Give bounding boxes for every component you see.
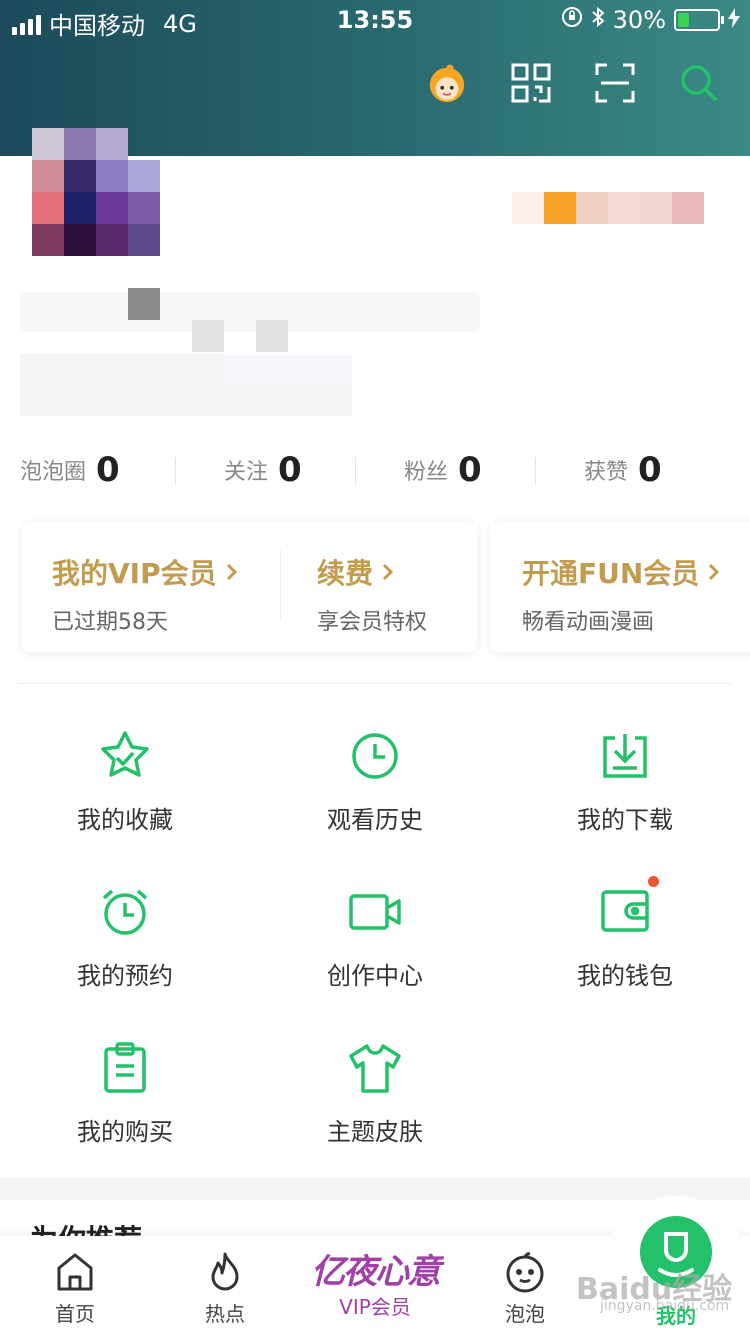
nav-home[interactable]: 首页 xyxy=(20,1250,130,1327)
stat-divider xyxy=(535,457,536,485)
stat-value: 0 xyxy=(458,450,482,490)
profile-avatar[interactable] xyxy=(22,128,162,258)
watermark-url: jingyan.baidu.com xyxy=(600,1298,730,1314)
status-right: 30% xyxy=(561,6,740,34)
menu-purchases[interactable]: 我的购买 xyxy=(0,1040,250,1160)
nav-bubble[interactable]: 泡泡 xyxy=(470,1250,580,1327)
notification-dot xyxy=(648,876,659,887)
qr-code-icon[interactable] xyxy=(510,62,552,104)
stat-label: 粉丝 xyxy=(404,460,449,485)
level-badge-blurred[interactable] xyxy=(512,192,712,224)
nav-label: 首页 xyxy=(55,1302,95,1326)
renew-button[interactable]: 续费 享会员特权 xyxy=(317,552,427,636)
renew-title: 续费 xyxy=(317,557,374,590)
menu-label: 我的钱包 xyxy=(577,962,673,990)
renew-subtitle: 享会员特权 xyxy=(317,610,428,635)
stat-following[interactable]: 关注 0 xyxy=(224,445,302,495)
vip-card: 我的VIP会员 已过期58天 续费 享会员特权 xyxy=(22,522,477,652)
search-icon[interactable] xyxy=(678,62,720,104)
charging-icon xyxy=(728,6,740,34)
stat-label: 关注 xyxy=(224,460,269,485)
my-vip-subtitle: 已过期58天 xyxy=(52,610,168,635)
menu-downloads[interactable]: 我的下载 xyxy=(500,728,750,848)
stat-value: 0 xyxy=(278,450,302,490)
menu-label: 主题皮肤 xyxy=(327,1118,423,1146)
stat-label: 泡泡圈 xyxy=(20,460,87,485)
menu-label: 观看历史 xyxy=(327,806,423,834)
menu-label: 我的收藏 xyxy=(77,806,173,834)
mascot-avatar-icon[interactable] xyxy=(426,62,468,104)
stat-value: 0 xyxy=(638,450,662,490)
chevron-right-icon xyxy=(225,556,239,589)
fun-vip-subtitle: 畅看动画漫画 xyxy=(522,610,655,635)
clock-icon xyxy=(352,733,398,779)
download-icon xyxy=(603,734,647,778)
menu-history[interactable]: 观看历史 xyxy=(250,728,500,848)
stat-bubble-circle[interactable]: 泡泡圈 0 xyxy=(20,445,120,495)
star-icon xyxy=(101,731,149,777)
fun-vip-card[interactable]: 开通FUN会员 畅看动画漫画 xyxy=(490,522,750,652)
menu-favorites[interactable]: 我的收藏 xyxy=(0,728,250,848)
stat-label: 获赞 xyxy=(584,460,629,485)
scan-icon[interactable] xyxy=(594,62,636,104)
home-icon xyxy=(57,1253,93,1291)
battery-icon xyxy=(674,9,724,31)
menu-label: 我的预约 xyxy=(77,962,173,990)
stat-value: 0 xyxy=(96,450,120,490)
battery-percent: 30% xyxy=(612,6,666,34)
wallet-icon xyxy=(601,890,649,932)
menu-label: 创作中心 xyxy=(327,962,423,990)
menu-label: 我的购买 xyxy=(77,1118,173,1146)
video-camera-icon xyxy=(349,894,401,930)
tshirt-icon xyxy=(349,1044,401,1093)
bluetooth-icon xyxy=(591,6,605,34)
chevron-right-icon xyxy=(381,556,395,589)
menu-wallet[interactable]: 我的钱包 xyxy=(500,876,750,1004)
stat-followers[interactable]: 粉丝 0 xyxy=(404,445,482,495)
fun-vip-title: 开通FUN会员 xyxy=(522,557,700,590)
header-actions xyxy=(426,62,720,104)
my-vip-button[interactable]: 我的VIP会员 已过期58天 xyxy=(52,552,239,636)
my-vip-title: 我的VIP会员 xyxy=(52,557,217,590)
vip-logo: 亿夜心意 xyxy=(311,1252,441,1292)
clipboard-icon xyxy=(104,1042,146,1093)
alarm-clock-icon xyxy=(102,889,148,935)
nav-label: 泡泡 xyxy=(505,1302,545,1326)
nav-label: VIP会员 xyxy=(339,1295,411,1319)
profile-info-blurred xyxy=(20,288,480,418)
vip-divider xyxy=(280,550,281,620)
menu-reservations[interactable]: 我的预约 xyxy=(0,884,250,1004)
stat-divider xyxy=(355,457,356,485)
fun-vip-button[interactable]: 开通FUN会员 畅看动画漫画 xyxy=(522,552,721,636)
menu-creator-center[interactable]: 创作中心 xyxy=(250,884,500,1004)
stats-row: 泡泡圈 0 关注 0 粉丝 0 获赞 0 xyxy=(0,445,750,495)
stat-divider xyxy=(175,457,176,485)
stat-likes[interactable]: 获赞 0 xyxy=(584,445,662,495)
nav-vip[interactable]: 亿夜心意 VIP会员 xyxy=(305,1244,445,1320)
menu-theme-skins[interactable]: 主题皮肤 xyxy=(250,1040,500,1160)
rotation-lock-icon xyxy=(561,6,583,34)
menu-label: 我的下载 xyxy=(577,806,673,834)
nav-hot[interactable]: 热点 xyxy=(170,1250,280,1327)
flame-icon xyxy=(211,1252,239,1291)
section-divider xyxy=(18,683,732,684)
nav-label: 热点 xyxy=(205,1302,245,1326)
bubble-face-icon xyxy=(506,1252,544,1293)
status-bar: 中国移动 4G 13:55 30% xyxy=(0,0,750,40)
chevron-right-icon xyxy=(707,556,721,589)
